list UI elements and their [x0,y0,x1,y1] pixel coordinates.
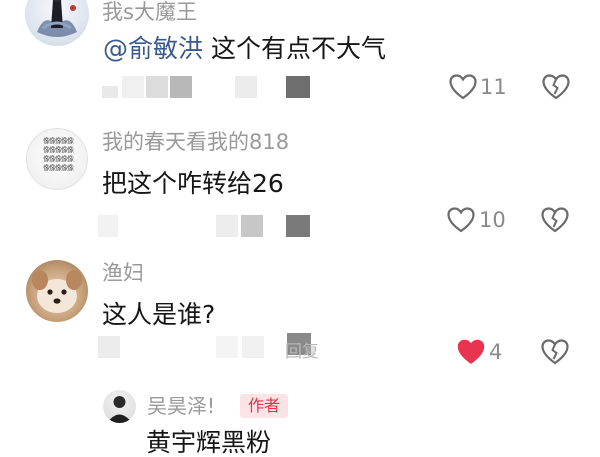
avatar-text-line: 像像像像像 [43,164,74,172]
avatar-text-image: 像像像像像 像像像像像 像像像像像 像像像像像 [38,137,78,173]
redacted-block [216,215,238,237]
avatar-text-line: 像像像像像 [43,146,74,154]
redacted-block [241,215,263,237]
redacted-block [122,76,144,98]
heart-icon[interactable] [447,207,475,233]
avatar[interactable]: 像像像像像 像像像像像 像像像像像 像像像像像 [26,128,88,190]
avatar[interactable] [103,390,136,423]
avatar-figure-icon [37,0,77,37]
redacted-block [98,336,120,358]
comment-text: 这人是谁? [102,300,216,329]
comment-text: @俞敏洪 这个有点不大气 [103,36,386,61]
broken-heart-icon[interactable] [541,207,569,233]
like-count: 10 [479,208,506,232]
avatar-text-line: 像像像像像 [43,137,74,145]
comment-body: 这个有点不大气 [203,34,386,63]
avatar-text-line: 像像像像像 [43,155,74,163]
person-avatar-icon [107,396,132,423]
reply-username[interactable]: 吴昊泽! [147,396,215,416]
redacted-block [235,76,257,98]
redacted-block [216,336,238,358]
like-count: 11 [480,75,507,99]
heart-filled-icon[interactable] [457,339,485,365]
redacted-block [98,215,118,237]
avatar[interactable] [26,260,88,322]
redacted-block [286,215,310,237]
redacted-block [170,76,192,98]
comment-username[interactable]: 渔妇 [102,263,144,284]
comment-username[interactable]: 我s大魔王 [102,2,197,23]
reply-button[interactable]: 回复 [285,344,319,361]
mention-link[interactable]: @俞敏洪 [103,34,203,63]
redacted-block [146,76,168,98]
comment-username[interactable]: 我的春天看我的818 [102,132,289,153]
broken-heart-icon[interactable] [541,339,569,365]
author-badge: 作者 [240,394,289,418]
redacted-block [242,336,264,358]
like-count: 4 [489,340,503,364]
avatar[interactable] [25,0,89,46]
broken-heart-icon[interactable] [542,74,570,100]
heart-icon[interactable] [449,74,477,100]
comment-text: 把这个咋转给26 [102,169,284,198]
dog-avatar-icon [32,270,82,313]
redacted-block [286,76,310,98]
redacted-block [102,86,118,98]
